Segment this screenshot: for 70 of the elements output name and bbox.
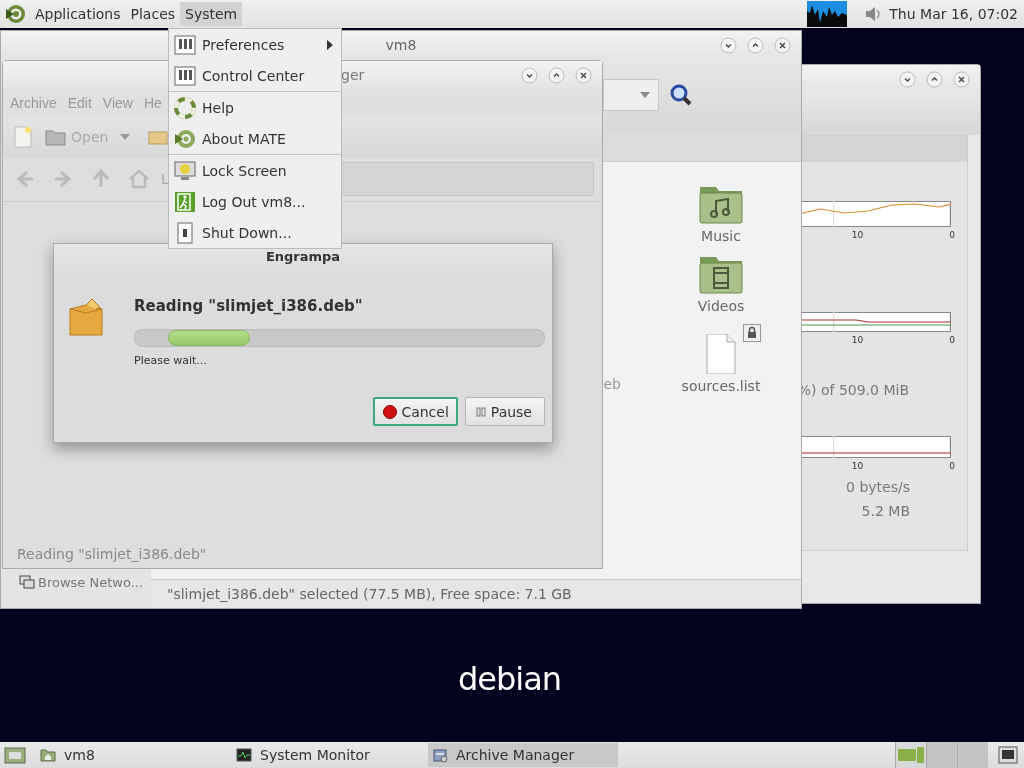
stop-icon — [383, 404, 398, 419]
menu-item[interactable]: About MATE — [169, 123, 341, 155]
axis-tick-label: 10 — [851, 461, 864, 471]
maximize-button[interactable] — [747, 36, 764, 54]
cancel-button[interactable]: Cancel — [373, 397, 458, 426]
lifebuoy-icon — [174, 96, 196, 119]
menu-item[interactable]: Control Center — [169, 60, 341, 92]
panel-menu[interactable]: System — [180, 2, 243, 26]
network-total-text: 5.2 MB — [860, 503, 910, 519]
exit-sign-icon — [174, 190, 196, 213]
file-item[interactable]: Music — [681, 184, 761, 244]
network-icon — [19, 574, 35, 590]
panel-menu[interactable]: Applications — [30, 2, 126, 26]
mate-logo-icon[interactable] — [4, 3, 26, 25]
close-button[interactable] — [575, 66, 592, 84]
file-item[interactable]: Videos — [681, 254, 761, 314]
window-title: vm8 — [385, 37, 417, 53]
clock[interactable]: Thu Mar 16, 07:02 — [889, 6, 1018, 22]
window-thumbnail-icon — [896, 745, 926, 765]
axis-tick-label: 10 — [851, 335, 864, 345]
pause-button[interactable]: Pause — [464, 397, 545, 426]
axis-tick-label: 10 — [851, 230, 864, 240]
folder-icon — [45, 128, 67, 146]
network-rate-text: 0 bytes/s — [845, 479, 910, 495]
maximize-button[interactable] — [548, 66, 565, 84]
menu-item[interactable]: Preferences — [169, 29, 341, 60]
minimize-button[interactable] — [899, 70, 916, 88]
taskbar-button[interactable]: Archive Manager — [428, 743, 618, 767]
axis-tick-label: 0 — [949, 335, 955, 345]
close-button[interactable] — [774, 36, 791, 54]
file-label: eb — [603, 376, 621, 394]
workspace-switcher[interactable] — [895, 742, 988, 768]
home-folder-icon — [40, 747, 56, 763]
minimize-button[interactable] — [720, 36, 737, 54]
caret-icon — [640, 92, 650, 98]
mate-logo-icon — [174, 127, 196, 150]
monitor-lock-icon — [174, 159, 196, 182]
taskbar-button[interactable]: System Monitor — [232, 743, 422, 767]
power-switch-icon — [174, 221, 196, 244]
menu-item[interactable]: Log Out vm8... — [169, 186, 341, 217]
menu-item[interactable]: Help — [169, 92, 341, 123]
status-text: Reading "slimjet_i386.deb" — [17, 546, 207, 562]
taskbar-button[interactable]: vm8 — [36, 743, 226, 767]
control-panel-icon — [174, 33, 196, 56]
close-button[interactable] — [953, 70, 970, 88]
video-folder-icon — [699, 254, 743, 294]
control-panel-icon — [174, 64, 196, 87]
system-monitor-icon — [236, 747, 252, 763]
package-icon — [68, 297, 104, 337]
minimize-button[interactable] — [521, 66, 538, 84]
sidebar-item[interactable]: Browse Netwo... — [1, 574, 151, 590]
pause-icon — [474, 405, 487, 418]
dialog-title: Engrampa — [54, 244, 552, 273]
terminal-icon[interactable] — [998, 746, 1018, 764]
panel-menu[interactable]: Places — [125, 2, 181, 26]
axis-tick-label: 0 — [949, 230, 955, 240]
file-item[interactable]: sources.list — [681, 324, 761, 394]
axis-tick-label: 0 — [949, 461, 955, 471]
cpu-load-graph[interactable] — [807, 1, 848, 27]
status-text: "slimjet_i386.deb" selected (77.5 MB), Free space: 7.1 GB — [167, 586, 572, 602]
debian-logo: debian — [458, 660, 562, 698]
show-desktop-icon[interactable] — [4, 746, 26, 764]
menu-item[interactable]: Lock Screen — [169, 155, 341, 186]
music-folder-icon — [699, 184, 743, 224]
maximize-button[interactable] — [926, 70, 943, 88]
window-title: ger — [341, 67, 365, 83]
archive-manager-icon — [432, 747, 448, 763]
search-icon[interactable] — [669, 83, 693, 107]
dialog-heading: Reading "slimjet_i386.deb" — [134, 297, 364, 315]
progress-message: Please wait... — [134, 354, 208, 367]
